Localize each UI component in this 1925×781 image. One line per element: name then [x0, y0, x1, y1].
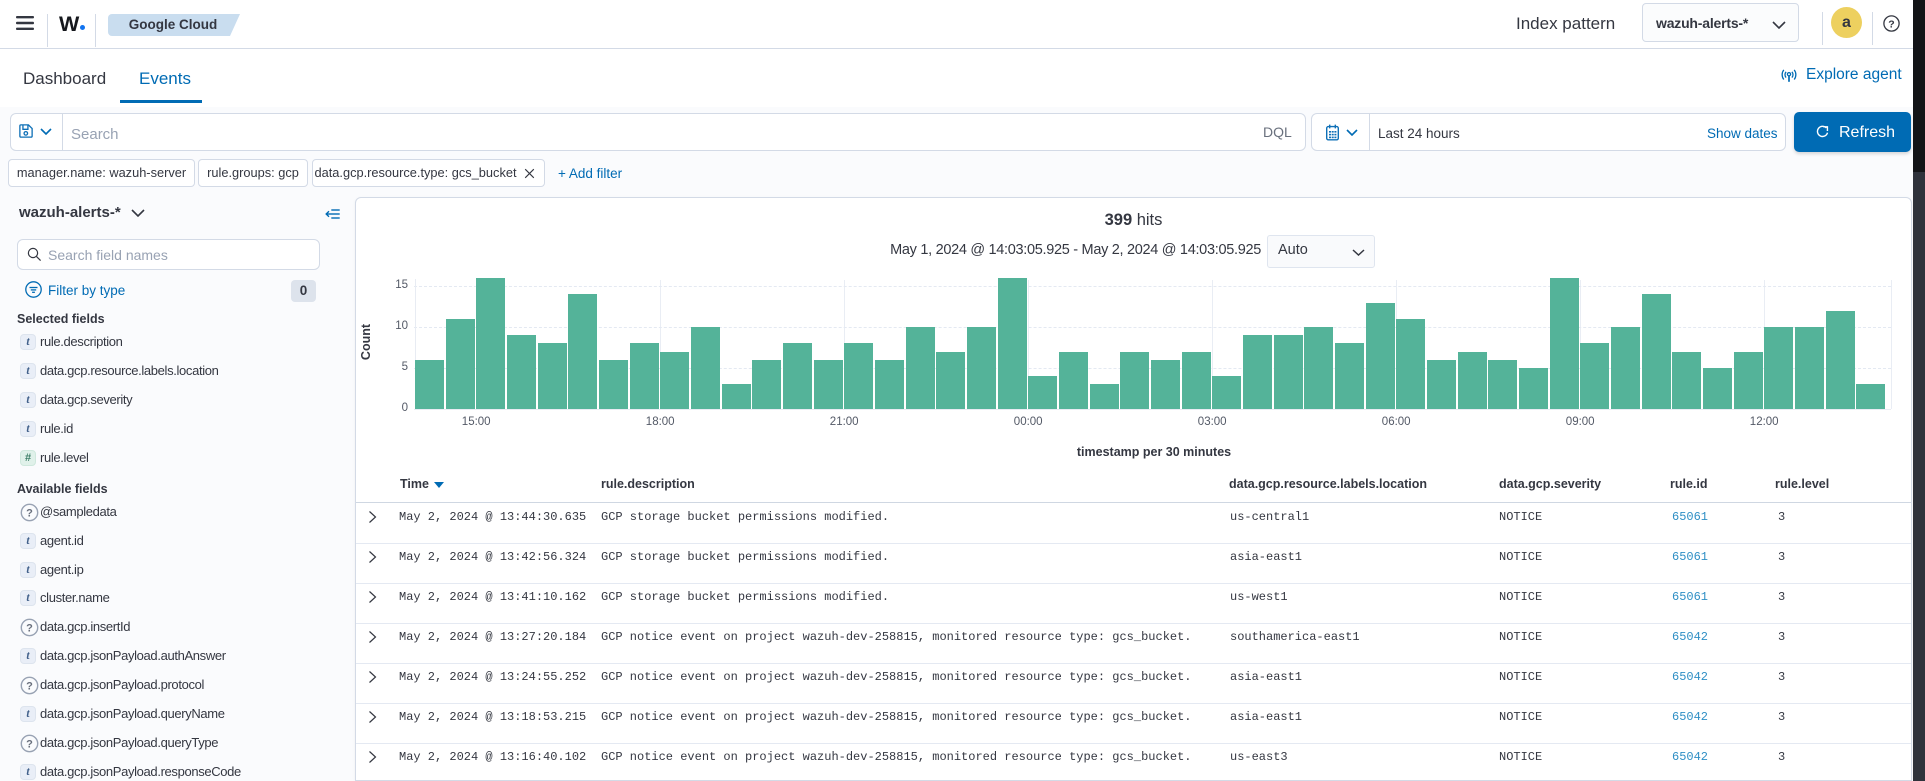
svg-text:?: ?	[1888, 18, 1894, 30]
svg-text:?: ?	[26, 622, 33, 634]
svg-text:?: ?	[26, 680, 33, 692]
svg-text:?: ?	[26, 738, 33, 750]
svg-text:?: ?	[26, 507, 33, 519]
